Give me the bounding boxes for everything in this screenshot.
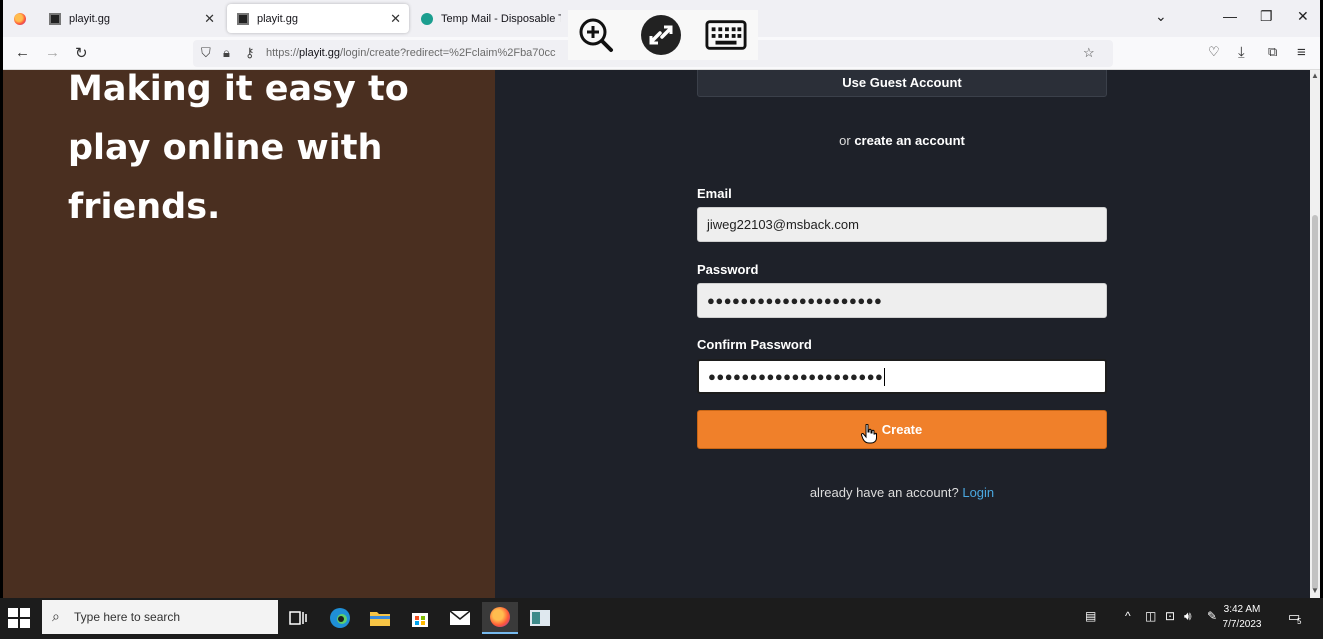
pen-icon[interactable]: ✎	[1207, 609, 1217, 623]
mail-icon[interactable]	[442, 602, 478, 634]
shield-icon[interactable]: ⛉	[201, 45, 211, 61]
lock-icon[interactable]: 🔒︎	[223, 45, 230, 61]
playit-favicon-icon	[237, 12, 249, 25]
remote-desktop-icon[interactable]	[522, 602, 558, 634]
tab-list-chevron-icon[interactable]: ⌄	[1155, 8, 1167, 25]
create-account-line: or create an account	[697, 133, 1107, 148]
downloads-icon[interactable]: ⤓	[1238, 44, 1245, 61]
restore-icon[interactable]: ❐	[1260, 8, 1273, 25]
pocket-icon[interactable]: ♡	[1208, 44, 1220, 60]
playit-favicon-icon	[49, 12, 61, 25]
create-button[interactable]: Create	[697, 410, 1107, 449]
page-scrollbar[interactable]: ▲ ▼	[1310, 70, 1320, 598]
email-field[interactable]: jiweg22103@msback.com	[697, 207, 1107, 242]
menu-icon[interactable]: ≡	[1297, 44, 1306, 61]
browser-window: playit.gg ✕ playit.gg ✕ Temp Mail - Disp…	[3, 0, 1320, 598]
store-icon[interactable]	[402, 602, 438, 634]
password-dots: ●●●●●●●●●●●●●●●●●●●●●	[707, 293, 883, 308]
login-line: already have an account? Login	[697, 485, 1107, 500]
remote-toolbar	[568, 10, 758, 60]
temp-mail-favicon-icon	[421, 12, 433, 25]
scroll-up-icon[interactable]: ▲	[1311, 71, 1319, 80]
firefox-taskbar-icon[interactable]	[482, 602, 518, 634]
news-icon[interactable]: ▤	[1085, 609, 1096, 623]
already-account-text: already have an account?	[809, 485, 959, 500]
key-icon[interactable]: ⚷	[245, 45, 255, 61]
tab-close-icon[interactable]: ✕	[204, 11, 215, 27]
confirm-password-label: Confirm Password	[697, 337, 812, 352]
confirm-password-field[interactable]: ●●●●●●●●●●●●●●●●●●●●●	[697, 359, 1107, 394]
password-field[interactable]: ●●●●●●●●●●●●●●●●●●●●●	[697, 283, 1107, 318]
hand-cursor-icon	[860, 423, 877, 449]
tab-close-icon[interactable]: ✕	[390, 11, 401, 27]
clock-time: 3:42 AM	[1223, 604, 1261, 615]
zoom-in-icon[interactable]	[575, 14, 617, 56]
tab-label: playit.gg	[69, 12, 110, 25]
page-content: Making it easy to play online with frien…	[3, 70, 1310, 598]
guest-account-button[interactable]: Use Guest Account	[697, 70, 1107, 97]
file-explorer-icon[interactable]	[362, 602, 398, 634]
system-clock[interactable]: 3:42 AM 7/7/2023	[1222, 602, 1262, 632]
confirm-password-dots: ●●●●●●●●●●●●●●●●●●●●●	[708, 369, 884, 384]
text-caret	[884, 367, 886, 386]
hero-heading: Making it easy to play online with frien…	[68, 70, 409, 227]
hero-panel: Making it easy to play online with frien…	[3, 70, 495, 598]
keyboard-icon[interactable]	[705, 14, 747, 56]
create-account-link[interactable]: create an account	[854, 133, 965, 148]
tab-temp-mail[interactable]: Temp Mail - Disposable Tem	[411, 4, 571, 33]
firefox-icon	[13, 12, 26, 25]
bookmark-star-icon[interactable]: ☆	[1083, 45, 1095, 61]
firefox-icon	[490, 607, 510, 627]
tab-playit-1[interactable]: playit.gg ✕	[39, 4, 223, 33]
tab-playit-2[interactable]: playit.gg ✕	[227, 4, 409, 33]
url-text: https://playit.gg/login/create?redirect=…	[266, 47, 556, 59]
search-placeholder: Type here to search	[74, 610, 181, 624]
clock-date: 7/7/2023	[1222, 619, 1262, 630]
scroll-thumb[interactable]	[1312, 215, 1318, 590]
or-text: or	[839, 133, 851, 148]
tab-label: Temp Mail - Disposable Tem	[441, 12, 561, 25]
back-icon[interactable]: ←	[15, 44, 30, 61]
firefox-view-tab[interactable]	[3, 4, 36, 33]
email-label: Email	[697, 186, 732, 201]
password-label: Password	[697, 262, 759, 277]
forward-icon[interactable]: →	[45, 44, 60, 61]
edge-icon[interactable]	[322, 602, 358, 634]
login-link[interactable]: Login	[962, 485, 994, 500]
task-view-icon[interactable]	[280, 602, 316, 634]
taskbar-search-input[interactable]: ⌕ Type here to search	[42, 600, 278, 634]
remote-connection-icon[interactable]	[640, 14, 682, 56]
tab-label: playit.gg	[257, 12, 298, 25]
reload-icon[interactable]: ↻	[75, 44, 88, 62]
minimize-icon[interactable]: —	[1223, 8, 1237, 24]
close-window-icon[interactable]: ✕	[1297, 8, 1309, 25]
extensions-icon[interactable]: ⧉	[1268, 44, 1277, 60]
search-icon: ⌕	[52, 608, 60, 624]
volume-icon[interactable]: 🔊︎	[1184, 609, 1192, 624]
show-hidden-icons-icon[interactable]: ^	[1125, 609, 1131, 623]
network-icon[interactable]: ⊡	[1165, 609, 1175, 623]
windows-taskbar: ⌕ Type here to search ▤ ^ ◫ ⊡ 🔊︎ ✎ 3:42 …	[0, 598, 1323, 639]
windows-start-icon[interactable]	[8, 608, 30, 628]
scroll-down-icon[interactable]: ▼	[1311, 586, 1319, 595]
notification-count: 5	[1297, 617, 1302, 626]
meet-now-icon[interactable]: ◫	[1145, 609, 1156, 623]
